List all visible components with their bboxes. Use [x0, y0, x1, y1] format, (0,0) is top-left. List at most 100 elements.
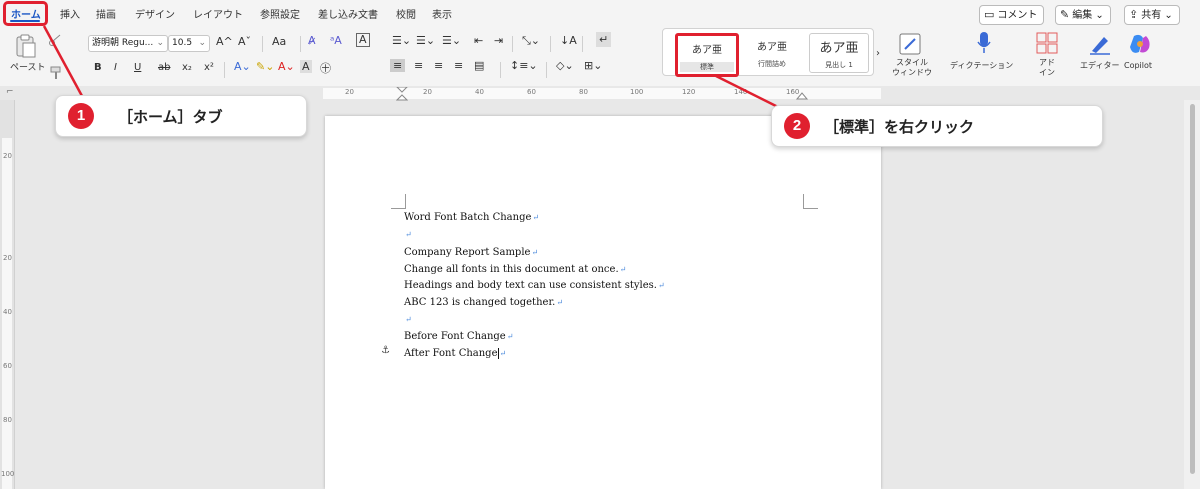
font-color-icon[interactable]: A⌄ — [278, 60, 295, 73]
ruler-number: 140 — [734, 88, 748, 96]
superscript-button[interactable]: x² — [204, 62, 214, 73]
font-name-select[interactable]: 游明朝 Regu... ⌄ — [88, 35, 168, 52]
italic-button[interactable]: I — [114, 62, 117, 73]
phonetic-guide-icon[interactable]: ᵃA — [330, 34, 342, 47]
tab-layout[interactable]: レイアウト — [193, 6, 243, 21]
margin-corner-mark — [391, 194, 406, 209]
separator — [550, 36, 551, 52]
ruler-number: 20 — [3, 152, 12, 160]
separator — [582, 36, 583, 52]
callout-1: 1 ［ホーム］タブ — [55, 95, 307, 137]
document-page[interactable]: Word Font Batch Change↵ ↵ Company Report… — [325, 116, 881, 489]
borders-icon[interactable]: ⊞⌄ — [584, 59, 602, 72]
style-heading-1[interactable]: あア亜 見出し 1 — [809, 33, 869, 73]
add-ins-label: アド イン — [1039, 58, 1055, 78]
document-line: ABC 123 is changed together.↵ — [404, 297, 564, 308]
scissors-icon[interactable] — [48, 34, 62, 46]
style-no-spacing[interactable]: あア亜 行間詰め — [743, 33, 801, 71]
separator — [546, 62, 547, 78]
character-shading-icon[interactable]: A — [300, 60, 312, 73]
comment-label: コメント — [997, 10, 1038, 21]
align-center-icon[interactable]: ≡ — [414, 59, 423, 72]
document-line: ↵ — [405, 230, 412, 239]
highlight-color-icon[interactable]: ✎⌄ — [256, 60, 274, 73]
paste-button[interactable]: ペースト — [8, 32, 46, 76]
document-line: Change all fonts in this document at onc… — [404, 264, 627, 275]
bullets-icon[interactable]: ☰⌄ — [392, 34, 411, 47]
text-effects-icon[interactable]: A⌄ — [234, 60, 251, 73]
chevron-down-icon: ⌄ — [198, 38, 206, 48]
document-line: ↵ — [405, 315, 412, 324]
chevron-down-icon: ⌄ — [1161, 10, 1173, 21]
clear-formatting-icon[interactable]: A̷ — [308, 34, 316, 47]
comment-icon: ▭ — [984, 8, 995, 21]
comment-button[interactable]: ▭ コメント — [979, 5, 1045, 25]
enclosed-character-icon[interactable]: A — [356, 33, 370, 47]
style-window-label: スタイル ウィンドウ — [892, 58, 932, 78]
bold-button[interactable]: B — [94, 62, 102, 73]
format-painter-icon[interactable] — [50, 66, 64, 80]
tab-view[interactable]: 表示 — [432, 6, 452, 21]
tab-references[interactable]: 参照設定 — [260, 6, 300, 21]
align-right-icon[interactable]: ≡ — [434, 59, 443, 72]
editor-label: エディター — [1080, 61, 1120, 70]
style-window-icon[interactable] — [898, 32, 922, 56]
tab-bar: ホーム 挿入 描画 デザイン レイアウト 参照設定 差し込み文書 校閲 表示 ▭… — [0, 0, 1200, 28]
subscript-button[interactable]: x₂ — [182, 62, 192, 73]
strikethrough-button[interactable]: ab — [158, 62, 170, 73]
scrollbar-thumb[interactable] — [1190, 104, 1195, 474]
numbering-icon[interactable]: ☰⌄ — [416, 34, 435, 47]
decrease-indent-icon[interactable]: ⇤ — [474, 34, 483, 47]
tab-insert[interactable]: 挿入 — [60, 6, 80, 21]
separator — [500, 62, 501, 78]
font-size-select[interactable]: 10.5 ⌄ — [168, 35, 210, 52]
tab-design[interactable]: デザイン — [135, 6, 175, 21]
callout-text: ［標準］を右クリック — [824, 118, 975, 136]
style-normal[interactable]: あア亜 標準 — [675, 33, 739, 77]
sort-icon[interactable]: ↓A — [560, 34, 577, 47]
underline-button[interactable]: U — [134, 62, 141, 73]
ruler-number: 60 — [3, 362, 12, 370]
grow-font-button[interactable]: A^ — [216, 35, 233, 48]
add-ins-text: アド イン — [1039, 58, 1055, 77]
chevron-down-icon: ⌄ — [1092, 10, 1104, 21]
tab-mailings[interactable]: 差し込み文書 — [318, 6, 378, 21]
style-name: 行間詰め — [758, 60, 786, 68]
tab-review[interactable]: 校閲 — [396, 6, 416, 21]
callout-2: 2 ［標準］を右クリック — [771, 105, 1103, 147]
share-label: 共有 — [1141, 10, 1162, 21]
separator — [512, 36, 513, 52]
microphone-icon[interactable] — [976, 31, 992, 55]
indent-marker-icon[interactable] — [396, 87, 408, 101]
shading-icon[interactable]: ◇⌄ — [556, 59, 574, 72]
tab-stop-icon[interactable]: ⌐ — [6, 87, 14, 97]
change-case-button[interactable]: Aa — [272, 35, 286, 48]
distributed-icon[interactable]: ▤ — [474, 59, 484, 72]
ruler-number: 100 — [1, 470, 15, 478]
tab-draw[interactable]: 描画 — [96, 6, 116, 21]
copilot-icon[interactable] — [1128, 33, 1152, 55]
right-indent-marker-icon[interactable] — [796, 92, 808, 100]
document-line: After Font Change ↵ — [404, 348, 507, 359]
add-ins-icon[interactable] — [1036, 32, 1058, 54]
multilevel-list-icon[interactable]: ☰⌄ — [442, 34, 461, 47]
justify-icon[interactable]: ≡ — [454, 59, 463, 72]
gallery-expand-icon[interactable]: › — [876, 48, 880, 59]
shrink-font-button[interactable]: Aˇ — [238, 35, 251, 48]
editor-icon[interactable] — [1088, 33, 1112, 55]
edit-mode-button[interactable]: ✎ 編集 ⌄ — [1055, 5, 1111, 25]
enclose-characters-icon[interactable]: ㊉ — [320, 60, 331, 76]
show-formatting-marks-icon[interactable]: ↵ — [596, 32, 612, 47]
share-icon: ⇪ — [1129, 8, 1139, 21]
line-spacing-icon[interactable]: ↕≡⌄ — [510, 59, 538, 72]
style-name: 標準 — [700, 63, 714, 71]
text-direction-icon[interactable]: ⤡⌄ — [522, 34, 540, 48]
share-button[interactable]: ⇪ 共有 ⌄ — [1124, 5, 1180, 25]
ruler-number: 100 — [630, 88, 644, 96]
align-left-icon[interactable]: ≡ — [390, 59, 406, 72]
styles-gallery: あア亜 標準 あア亜 行間詰め あア亜 見出し 1 — [662, 28, 874, 77]
increase-indent-icon[interactable]: ⇥ — [494, 34, 503, 47]
document-line: Word Font Batch Change↵ — [404, 212, 540, 223]
style-window-text: スタイル ウィンドウ — [892, 58, 932, 77]
ruler-number: 60 — [527, 88, 536, 96]
